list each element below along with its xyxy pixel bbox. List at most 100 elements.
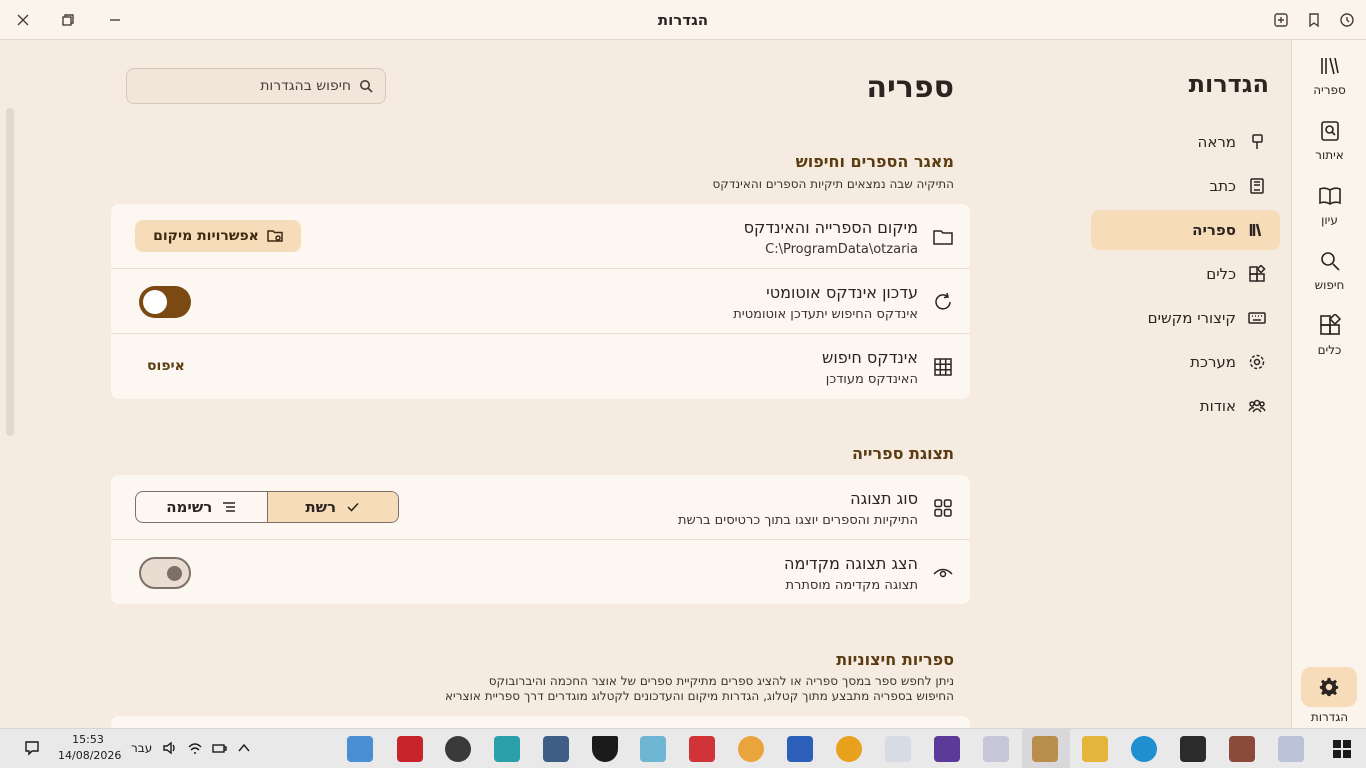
app-recorder-icon[interactable] bbox=[689, 736, 715, 762]
new-tab-icon[interactable] bbox=[1268, 8, 1294, 32]
setting-row-preview: הצג תצוגה מקדימה תצוגה מקדימה מוסתרת bbox=[111, 540, 970, 605]
rail-item-tools[interactable]: כלים bbox=[1292, 314, 1366, 357]
gear-icon bbox=[1319, 677, 1339, 697]
tools-icon bbox=[1249, 265, 1266, 282]
app-library-search-icon[interactable] bbox=[983, 736, 1009, 762]
section-desc-repo: התיקיה שבה נמצאים תיקיות הספרים והאינדקס bbox=[712, 177, 954, 191]
display-card: סוג תצוגה התיקיות והספרים יוצגו בתוך כרט… bbox=[111, 475, 970, 604]
nav-item-about[interactable]: אודות bbox=[1091, 386, 1280, 426]
app-reader-icon[interactable] bbox=[1278, 736, 1304, 762]
tools-icon bbox=[1319, 314, 1341, 335]
language-indicator[interactable]: עבר bbox=[131, 741, 152, 755]
app-audio-icon[interactable] bbox=[543, 736, 569, 762]
setting-title: אינדקס חיפוש bbox=[822, 348, 918, 367]
nav-item-label: מראה bbox=[1197, 133, 1236, 151]
volume-icon[interactable] bbox=[162, 740, 178, 760]
preview-toggle[interactable] bbox=[139, 557, 191, 589]
rail-item-library[interactable]: ספריה bbox=[1292, 54, 1366, 97]
check-icon bbox=[347, 502, 359, 512]
text-doc-icon bbox=[1250, 178, 1264, 194]
app-search-tool-icon[interactable] bbox=[836, 736, 862, 762]
refresh-icon bbox=[932, 291, 954, 313]
section-title-display: תצוגת ספרייה bbox=[852, 444, 954, 463]
rail-settings-button[interactable] bbox=[1301, 667, 1357, 707]
rail-item-label: חיפוש bbox=[1314, 278, 1345, 292]
nav-item-appearance[interactable]: מראה bbox=[1091, 122, 1280, 162]
grid-icon bbox=[932, 356, 954, 378]
open-book-icon bbox=[1318, 187, 1341, 205]
rail-settings-label: הגדרות bbox=[1310, 710, 1349, 724]
scrollbar[interactable] bbox=[6, 108, 14, 436]
settings-search-input[interactable]: חיפוש בהגדרות bbox=[126, 68, 386, 104]
search-icon bbox=[360, 80, 373, 93]
app-search-everything-icon[interactable] bbox=[347, 736, 373, 762]
setting-row-view-type: סוג תצוגה התיקיות והספרים יוצגו בתוך כרט… bbox=[111, 475, 970, 540]
notification-icon[interactable] bbox=[24, 740, 40, 760]
window-title: הגדרות bbox=[657, 11, 709, 29]
setting-title: סוג תצוגה bbox=[850, 489, 918, 508]
nav-item-label: ספריה bbox=[1192, 221, 1236, 239]
location-options-button[interactable]: אפשרויות מיקום bbox=[135, 220, 301, 252]
battery-icon[interactable] bbox=[211, 740, 227, 760]
auto-index-toggle[interactable] bbox=[139, 286, 191, 318]
app-chrome-icon[interactable] bbox=[738, 736, 764, 762]
setting-row-auto-index: עדכון אינדקס אוטומטי אינדקס החיפוש יתעדכ… bbox=[111, 269, 970, 334]
app-security-icon[interactable] bbox=[592, 736, 618, 762]
section-title-repo: מאגר הספרים וחיפוש bbox=[795, 152, 954, 171]
taskbar-clock[interactable]: 15:53 14/08/2026 bbox=[58, 732, 121, 764]
view-type-segmented-control: רשימה רשת bbox=[135, 491, 399, 523]
nav-item-system[interactable]: מערכת bbox=[1091, 342, 1280, 382]
chevron-up-icon[interactable] bbox=[236, 740, 252, 760]
rail-item-find[interactable]: איתור bbox=[1292, 119, 1366, 162]
nav-item-tools[interactable]: כלים bbox=[1091, 254, 1280, 294]
rail-item-label: איתור bbox=[1315, 148, 1344, 162]
app-otzaria-icon[interactable] bbox=[1032, 736, 1058, 762]
keyboard-icon bbox=[1248, 312, 1266, 324]
app-book-icon[interactable] bbox=[934, 736, 960, 762]
section-desc-external-1: ניתן לחפש ספר במסך ספריה או להציג ספרים … bbox=[488, 674, 954, 688]
library-icon bbox=[1320, 57, 1339, 75]
network-icon[interactable] bbox=[187, 740, 203, 760]
setting-row-search-index: אינדקס חיפוש האינדקס מעודכן איפוס bbox=[111, 334, 970, 399]
button-label: אפשרויות מיקום bbox=[153, 228, 259, 244]
reset-index-button[interactable]: איפוס bbox=[147, 358, 185, 374]
bookmark-icon[interactable] bbox=[1301, 8, 1327, 32]
repo-card: מיקום הספרייה והאינדקס C:\ProgramData\ot… bbox=[111, 204, 970, 399]
view-option-list[interactable]: רשימה bbox=[136, 492, 267, 522]
setting-title: הצג תצוגה מקדימה bbox=[784, 554, 918, 573]
app-clipboard-icon[interactable] bbox=[1180, 736, 1206, 762]
nav-item-font[interactable]: כתב bbox=[1091, 166, 1280, 206]
app-word-icon[interactable] bbox=[787, 736, 813, 762]
rail-item-label: כלים bbox=[1317, 343, 1342, 357]
nav-item-label: מערכת bbox=[1190, 353, 1236, 371]
app-hebrew-books-icon[interactable] bbox=[494, 736, 520, 762]
nav-item-shortcuts[interactable]: קיצורי מקשים bbox=[1091, 298, 1280, 338]
find-book-icon bbox=[1320, 121, 1339, 141]
clock-time: 15:53 bbox=[72, 733, 104, 746]
history-icon[interactable] bbox=[1334, 8, 1360, 32]
people-icon bbox=[1248, 399, 1266, 413]
view-option-grid[interactable]: רשת bbox=[266, 492, 398, 522]
rail-item-search[interactable]: חיפוש bbox=[1292, 249, 1366, 292]
setting-subtitle: תצוגה מקדימה מוסתרת bbox=[785, 578, 918, 593]
title-bar: הגדרות bbox=[0, 0, 1366, 40]
library-icon bbox=[1249, 223, 1262, 237]
app-fonts-icon[interactable] bbox=[885, 736, 911, 762]
app-edge-icon[interactable] bbox=[1131, 736, 1157, 762]
app-file-explorer-icon[interactable] bbox=[1082, 736, 1108, 762]
app-media-player-icon[interactable] bbox=[445, 736, 471, 762]
nav-item-library[interactable]: ספריה bbox=[1091, 210, 1280, 250]
setting-title: מיקום הספרייה והאינדקס bbox=[743, 218, 918, 237]
external-card bbox=[111, 716, 970, 728]
setting-subtitle: התיקיות והספרים יוצגו בתוך כרטיסים ברשת bbox=[677, 513, 918, 528]
grid-view-icon bbox=[932, 497, 954, 519]
app-notes-icon[interactable] bbox=[640, 736, 666, 762]
app-pdf-icon[interactable] bbox=[397, 736, 423, 762]
search-icon bbox=[1320, 252, 1340, 271]
rail-item-study[interactable]: עיון bbox=[1292, 184, 1366, 227]
app-books-icon[interactable] bbox=[1229, 736, 1255, 762]
option-label: רשת bbox=[305, 498, 337, 516]
toggle-knob bbox=[167, 566, 182, 581]
page-title: ספריה bbox=[866, 70, 954, 105]
windows-start-icon[interactable] bbox=[1333, 740, 1351, 758]
